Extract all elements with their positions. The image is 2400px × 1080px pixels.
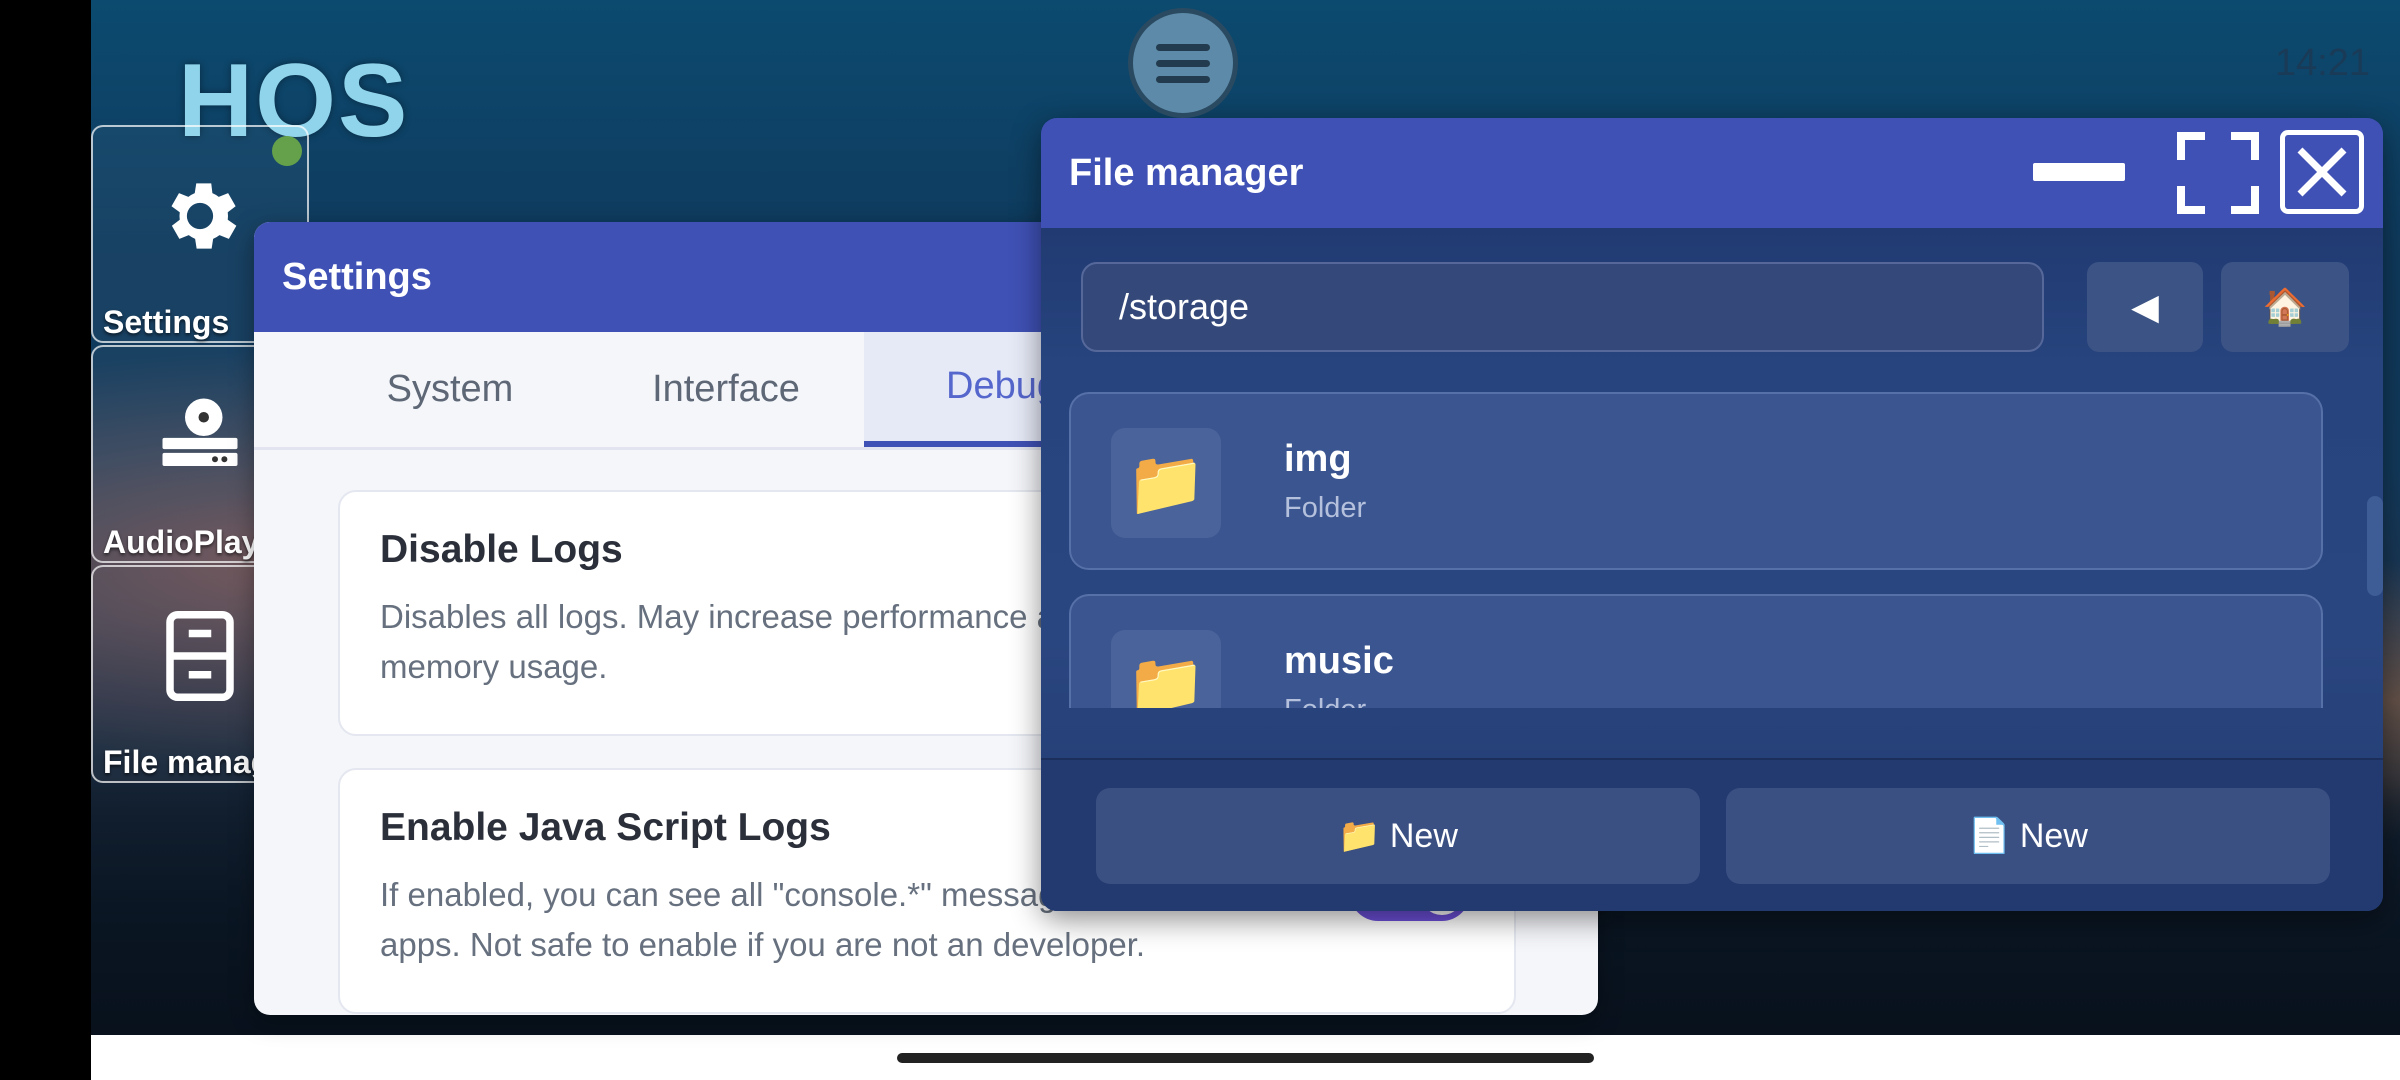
item-name: img — [1284, 438, 1352, 480]
desktop-icon-label: Settings — [103, 304, 230, 340]
close-button[interactable] — [2280, 130, 2364, 214]
file-manager-titlebar[interactable]: File manager — [1041, 118, 2383, 228]
file-manager-window: File manager /storage ◀ 🏠 📁 img Folder 📁… — [1041, 118, 2383, 911]
main-menu-button[interactable] — [1128, 8, 1238, 118]
list-item[interactable]: 📁 music Folder — [1069, 594, 2323, 708]
menu-bar-icon — [1156, 75, 1210, 83]
path-input[interactable]: /storage — [1081, 262, 2044, 352]
clock: 14:21 — [2274, 42, 2370, 84]
cabinet-icon — [155, 611, 245, 701]
tab-system[interactable]: System — [312, 332, 588, 447]
gear-icon — [155, 171, 245, 261]
home-icon: 🏠 — [2262, 286, 2308, 327]
item-type: Folder — [1284, 694, 1366, 708]
file-manager-footer: 📁 New 📄 New — [1041, 758, 2383, 911]
minimize-button[interactable] — [2033, 163, 2125, 181]
back-arrow-icon: ◀ — [2131, 286, 2159, 327]
close-icon — [2297, 147, 2347, 197]
disc-player-icon — [155, 391, 245, 481]
file-list: 📁 img Folder 📁 music Folder — [1041, 378, 2383, 708]
tab-interface[interactable]: Interface — [588, 332, 864, 447]
menu-bar-icon — [1156, 43, 1210, 51]
new-folder-button[interactable]: 📁 New — [1096, 788, 1700, 884]
maximize-button[interactable] — [2177, 132, 2259, 214]
scrollbar[interactable] — [2367, 496, 2383, 596]
home-button[interactable]: 🏠 — [2221, 262, 2349, 352]
maximize-icon — [2177, 132, 2259, 214]
folder-icon: 📁 — [1111, 630, 1221, 708]
list-item[interactable]: 📁 img Folder — [1069, 392, 2323, 570]
home-indicator[interactable] — [897, 1053, 1594, 1063]
window-title: Settings — [282, 255, 432, 298]
window-title: File manager — [1069, 151, 1304, 194]
folder-icon: 📁 — [1111, 428, 1221, 538]
back-button[interactable]: ◀ — [2087, 262, 2203, 352]
item-name: music — [1284, 640, 1394, 682]
file-manager-body: /storage ◀ 🏠 📁 img Folder 📁 music Folder… — [1041, 228, 2383, 911]
item-type: Folder — [1284, 492, 1367, 524]
menu-bar-icon — [1156, 59, 1210, 67]
new-file-button[interactable]: 📄 New — [1726, 788, 2330, 884]
